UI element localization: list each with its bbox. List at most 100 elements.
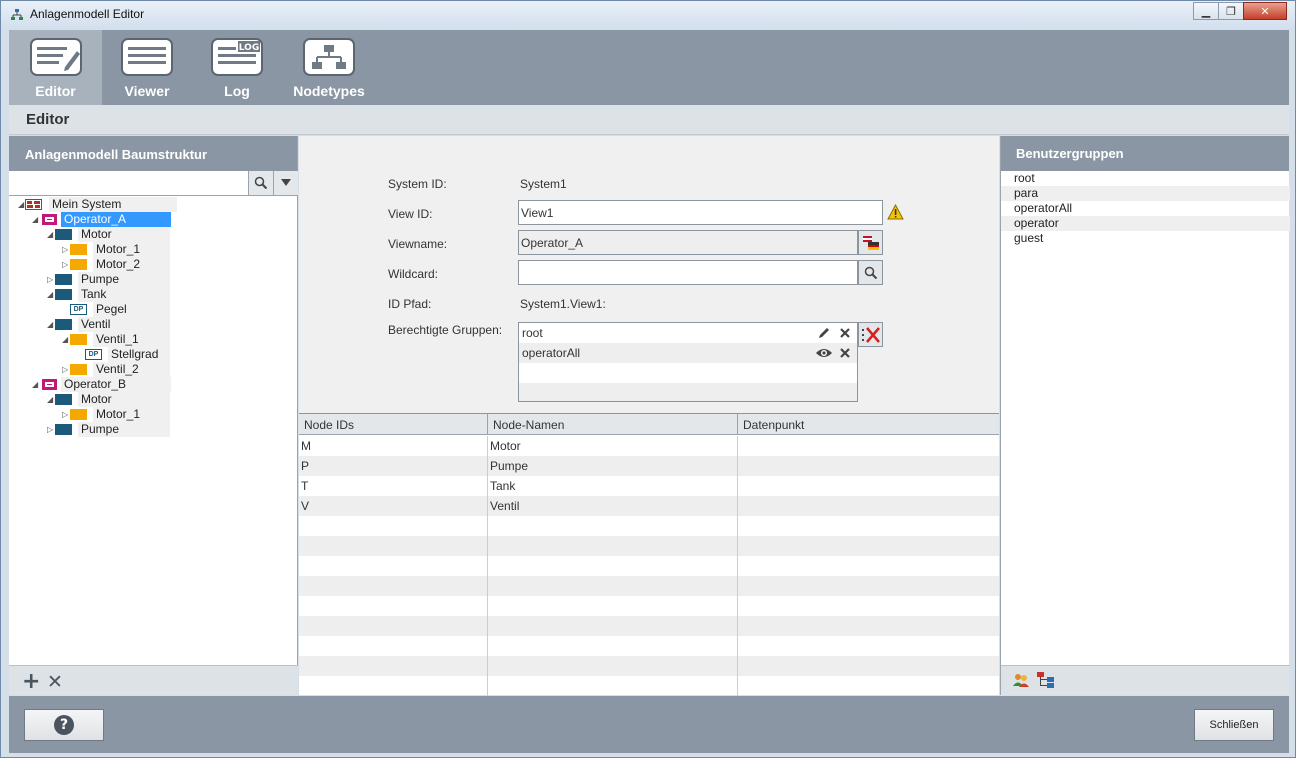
table-row[interactable]: T Tank [299, 476, 999, 496]
table-row[interactable] [299, 576, 999, 596]
tab-nodetypes[interactable]: Nodetypes [282, 30, 376, 105]
user-group-item[interactable]: guest [1001, 231, 1290, 246]
table-cell [738, 516, 999, 536]
tree-node-motor-b[interactable]: ◢ Motor [47, 392, 170, 407]
table-row[interactable] [299, 536, 999, 556]
minimize-button[interactable]: ▁ [1193, 2, 1219, 20]
tree-panel: Anlagenmodell Baumstruktur ◢ Mein System… [9, 136, 298, 695]
tree-node-label: Pumpe [78, 422, 170, 437]
tree-node-ventil[interactable]: ◢ Ventil [47, 317, 170, 332]
table-cell: Motor [488, 436, 738, 456]
remove-list-icon [861, 326, 880, 343]
tab-editor[interactable]: Editor [9, 30, 102, 105]
list-item[interactable]: root [519, 323, 857, 343]
tree-filter-dropdown[interactable] [273, 171, 298, 195]
table-cell [488, 536, 738, 556]
tree-node-ventil-2[interactable]: ▷ Ventil_2 [62, 362, 170, 377]
tree-node-pegel[interactable]: DP Pegel [70, 302, 170, 317]
view-id-input[interactable]: View1 [518, 200, 883, 225]
wildcard-input[interactable] [518, 260, 858, 285]
user-group-item[interactable]: para [1001, 186, 1290, 201]
log-icon: LOG [211, 38, 263, 76]
table-row[interactable] [299, 596, 999, 616]
tree-node-operator-a[interactable]: ◢ Operator_A [32, 212, 171, 227]
pencil-icon[interactable] [817, 326, 831, 340]
table-row[interactable] [299, 616, 999, 636]
maximize-button[interactable]: ❐ [1218, 2, 1244, 20]
table-cell [488, 676, 738, 696]
viewname-input[interactable]: Operator_A [518, 230, 858, 255]
tree-node-label: Pumpe [78, 272, 170, 287]
tab-viewer[interactable]: Viewer [102, 30, 192, 105]
close-icon: ✕ [47, 671, 63, 693]
tree-node-motor[interactable]: ◢ Motor [47, 227, 170, 242]
table-row[interactable]: P Pumpe [299, 456, 999, 476]
tree-node-tank[interactable]: ◢ Tank [47, 287, 170, 302]
table-row[interactable] [299, 676, 999, 696]
table-cell [299, 616, 488, 636]
translate-button[interactable] [858, 230, 883, 255]
table-row[interactable]: V Ventil [299, 496, 999, 516]
close-icon[interactable] [839, 326, 851, 340]
id-pfad-value: System1.View1: [520, 297, 606, 311]
table-cell [738, 616, 999, 636]
table-cell [738, 596, 999, 616]
app-logo-icon [11, 9, 23, 20]
maximize-icon: ❐ [1226, 4, 1236, 18]
search-icon [254, 176, 268, 190]
user-group-item[interactable]: operator [1001, 216, 1290, 231]
tree-node-motor-2[interactable]: ▷ Motor_2 [62, 257, 170, 272]
table-header: Node IDs Node-Namen Datenpunkt [299, 414, 999, 435]
tree-node-label: Motor_2 [93, 257, 170, 272]
add-node-button[interactable]: + [22, 669, 40, 694]
tree-node-pumpe[interactable]: ▷ Pumpe [47, 272, 170, 287]
tree-node-motor-1[interactable]: ▷ Motor_1 [62, 242, 170, 257]
column-header-datenpunkt[interactable]: Datenpunkt [738, 414, 999, 435]
table-cell [299, 576, 488, 596]
svg-text:LOG: LOG [239, 43, 259, 53]
tab-log[interactable]: LOG Log [192, 30, 282, 105]
tree-node-ventil-1[interactable]: ◢ Ventil_1 [62, 332, 170, 347]
table-row[interactable] [299, 636, 999, 656]
delete-node-button[interactable]: ✕ [47, 671, 63, 693]
wildcard-search-button[interactable] [858, 260, 883, 285]
tab-log-label: Log [224, 83, 250, 99]
help-button[interactable]: ? [24, 709, 104, 741]
close-icon[interactable] [839, 346, 851, 360]
remove-groups-button[interactable] [858, 322, 883, 347]
tree-node-label: Operator_B [61, 377, 171, 392]
datapoint-icon: DP [85, 349, 102, 360]
list-item[interactable]: operatorAll [519, 343, 857, 363]
column-header-node-ids[interactable]: Node IDs [299, 414, 488, 435]
tree-search-button[interactable] [248, 171, 273, 195]
tree-node-pumpe-b[interactable]: ▷ Pumpe [47, 422, 170, 437]
tree-node-operator-b[interactable]: ◢ Operator_B [32, 377, 171, 392]
table-cell: Pumpe [488, 456, 738, 476]
column-header-node-namen[interactable]: Node-Namen [488, 414, 738, 435]
tree-node-mein-system[interactable]: ◢ Mein System [18, 197, 185, 212]
tab-viewer-label: Viewer [124, 83, 170, 99]
table-row[interactable] [299, 656, 999, 676]
hierarchy-icon[interactable] [1036, 671, 1056, 689]
eye-icon[interactable] [815, 346, 833, 360]
user-group-item[interactable]: root [1001, 171, 1290, 186]
tree-node-label: Motor [78, 392, 170, 407]
tree-search-input[interactable] [9, 171, 247, 195]
close-window-button[interactable]: ✕ [1243, 2, 1287, 20]
table-cell: T [299, 476, 488, 496]
list-item [519, 383, 857, 401]
id-pfad-label: ID Pfad: [388, 297, 432, 311]
table-row[interactable] [299, 516, 999, 536]
table-cell [738, 656, 999, 676]
table-cell: Tank [488, 476, 738, 496]
tree-node-label: Motor_1 [93, 407, 170, 422]
tree-node-motor-1-b[interactable]: ▷ Motor_1 [62, 407, 170, 422]
table-row[interactable] [299, 556, 999, 576]
schliessen-button[interactable]: Schließen [1194, 709, 1274, 741]
users-icon[interactable] [1013, 672, 1029, 688]
table-row[interactable]: M Motor [299, 436, 999, 456]
system-id-label: System ID: [388, 177, 447, 191]
table-cell [738, 456, 999, 476]
user-group-item[interactable]: operatorAll [1001, 201, 1290, 216]
tree-node-stellgrad[interactable]: DP Stellgrad [85, 347, 170, 362]
